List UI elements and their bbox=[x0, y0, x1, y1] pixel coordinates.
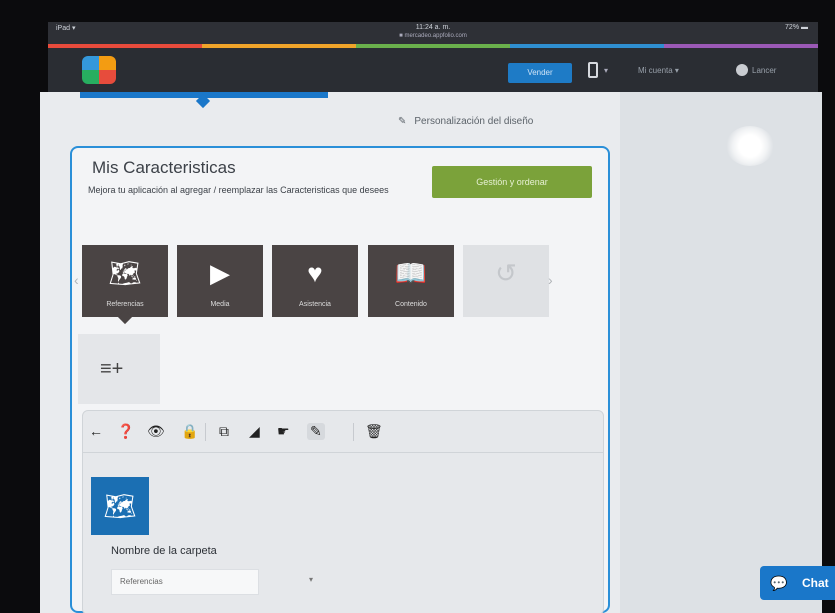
tile-label: Asistencia bbox=[299, 301, 331, 308]
account-menu[interactable]: Mi cuenta ▾ bbox=[638, 66, 679, 75]
hand-icon[interactable]: ☛ bbox=[277, 423, 290, 440]
signal-icon[interactable]: ◢ bbox=[249, 423, 260, 440]
feature-editor: ← ❓ 👁 🔒 ⧉ ◢ ☛ ✎ 🗑 🗺 Nombre de la carpeta… bbox=[82, 410, 604, 613]
app-logo[interactable] bbox=[82, 56, 116, 84]
status-bar: iPad ▾ 11:24 a. m. ■ mercadeo.appfolio.c… bbox=[48, 22, 818, 44]
folder-name-label: Nombre de la carpeta bbox=[111, 545, 217, 557]
trash-icon[interactable]: 🗑 bbox=[365, 423, 383, 440]
add-list-icon: ≡+ bbox=[100, 358, 124, 380]
eye-icon[interactable]: 👁 bbox=[147, 423, 165, 440]
chat-label: Chat bbox=[802, 576, 829, 590]
card-description: Mejora tu aplicación al agregar / reempl… bbox=[88, 185, 389, 195]
top-navbar: Vender ▾ Mi cuenta ▾ Lancer bbox=[48, 48, 818, 92]
toolbar-separator bbox=[353, 423, 354, 441]
chevron-down-icon[interactable]: ▾ bbox=[309, 575, 313, 584]
preview-panel bbox=[620, 92, 822, 613]
chat-bubble-icon: 💬 bbox=[770, 575, 788, 591]
mobile-device-icon[interactable] bbox=[588, 62, 598, 78]
book-icon: 📖 bbox=[394, 258, 428, 288]
user-icon[interactable] bbox=[736, 64, 748, 76]
edit-pencil-icon[interactable]: ✎ bbox=[307, 423, 325, 440]
address-url[interactable]: ■ mercadeo.appfolio.com bbox=[48, 33, 818, 39]
feature-tile-referencias[interactable]: 🗺 Referencias bbox=[82, 245, 168, 317]
feature-tile-asistencia[interactable]: ♥ Asistencia bbox=[272, 245, 358, 317]
map-icon: 🗺 bbox=[108, 258, 142, 288]
feature-tile-placeholder[interactable]: ↺ bbox=[463, 245, 549, 317]
toolbar-separator bbox=[205, 423, 206, 441]
tile-label: Referencias bbox=[106, 301, 144, 308]
heart-icon: ♥ bbox=[307, 258, 323, 288]
carousel-right-arrow[interactable]: › bbox=[548, 272, 553, 288]
tile-label: Media bbox=[210, 301, 230, 308]
feature-tile-media[interactable]: ▶ Media bbox=[177, 245, 263, 317]
feature-tile-contenido[interactable]: 📖 Contenido bbox=[368, 245, 454, 317]
user-menu[interactable]: Lancer bbox=[752, 66, 776, 75]
copy-icon[interactable]: ⧉ bbox=[219, 423, 229, 440]
primary-nav-button[interactable]: Vender bbox=[508, 63, 572, 83]
manage-order-button[interactable]: Gestión y ordenar bbox=[432, 166, 592, 198]
personalize-design-link[interactable]: ✎ Personalización del diseño bbox=[398, 116, 533, 127]
features-card: Mis Caracteristicas Mejora tu aplicación… bbox=[70, 146, 610, 613]
folder-map-icon[interactable]: 🗺 bbox=[91, 477, 149, 535]
add-feature-tile[interactable]: ≡+ bbox=[78, 334, 160, 404]
tile-label: Contenido bbox=[395, 301, 427, 308]
card-title: Mis Caracteristicas bbox=[92, 158, 236, 177]
carousel-left-arrow[interactable]: ‹ bbox=[74, 272, 79, 288]
lock-icon[interactable]: 🔒 bbox=[181, 423, 198, 440]
chat-button[interactable]: 💬 Chat bbox=[760, 566, 835, 600]
play-icon: ▶ bbox=[210, 258, 230, 288]
back-arrow-icon[interactable]: ← bbox=[89, 423, 103, 439]
folder-name-input[interactable]: Referencias bbox=[111, 569, 259, 595]
clock-text: 11:24 a. m. bbox=[415, 24, 451, 31]
battery-text: 72% ▬ bbox=[785, 24, 808, 31]
device-caret-icon[interactable]: ▾ bbox=[604, 66, 608, 75]
editor-toolbar: ← ❓ 👁 🔒 ⧉ ◢ ☛ ✎ 🗑 bbox=[83, 411, 603, 453]
personalize-label: Personalización del diseño bbox=[414, 116, 534, 127]
refresh-icon: ↺ bbox=[495, 258, 517, 288]
help-icon[interactable]: ❓ bbox=[117, 423, 134, 440]
screen-glare bbox=[726, 126, 774, 166]
edit-icon: ✎ bbox=[398, 116, 407, 127]
